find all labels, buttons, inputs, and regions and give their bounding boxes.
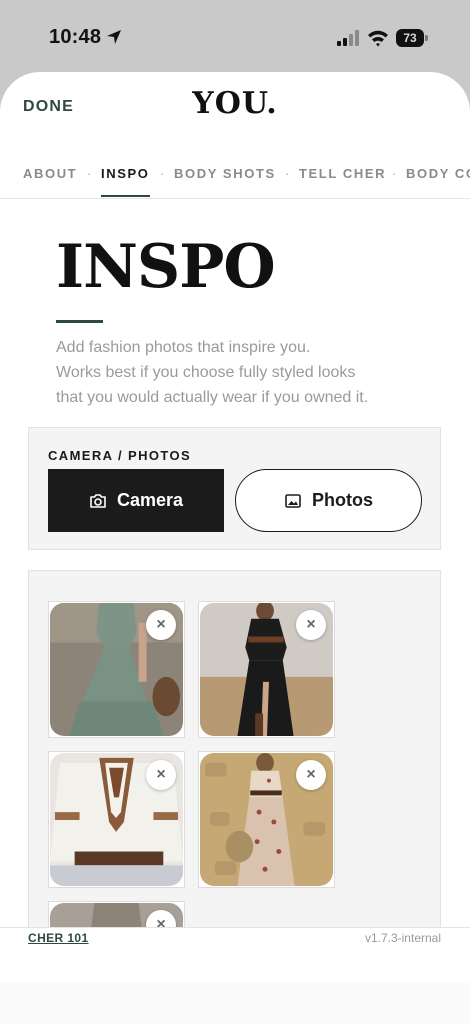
battery-icon: 73 [396, 29, 428, 47]
camera-icon [90, 493, 106, 508]
inspo-photo-grid: × × × × × [28, 570, 441, 1024]
tab-body-co[interactable]: BODY CO [406, 166, 470, 181]
app-logo: YOU. [192, 86, 278, 121]
photos-button-label: Photos [312, 490, 373, 510]
inspo-photo[interactable]: × [198, 601, 335, 738]
photos-button[interactable]: Photos [235, 469, 422, 532]
image-icon [285, 493, 301, 508]
footer-fade [0, 983, 470, 1024]
modal-sheet: DONE YOU. ABOUT · INSPO · BODY SHOTS · T… [0, 72, 470, 1024]
remove-photo-button[interactable]: × [296, 760, 326, 790]
cellular-signal-icon [337, 30, 359, 46]
battery-tip [425, 35, 428, 41]
tab-separator: · [392, 166, 397, 181]
inspo-photo[interactable]: × [48, 751, 185, 888]
camera-button[interactable]: Camera [48, 469, 224, 532]
inspo-photo[interactable]: × [198, 751, 335, 888]
tab-separator: · [87, 166, 92, 181]
status-time: 10:48 [49, 26, 102, 48]
intro-line: that you would actually wear if you owne… [56, 389, 369, 406]
status-bar: 10:48 73 [0, 0, 470, 72]
tab-inspo[interactable]: INSPO [101, 166, 149, 181]
tab-about[interactable]: ABOUT [23, 166, 77, 181]
remove-photo-button[interactable]: × [146, 610, 176, 640]
intro-text: Add fashion photos that inspire you. Wor… [56, 335, 426, 410]
intro-line: Works best if you choose fully styled lo… [56, 364, 356, 381]
location-arrow-icon [107, 30, 121, 44]
tab-separator: · [285, 166, 290, 181]
remove-photo-button[interactable]: × [146, 760, 176, 790]
inspo-photo[interactable]: × [48, 601, 185, 738]
tab-tell-cher[interactable]: TELL CHER [299, 166, 386, 181]
battery-level: 73 [396, 29, 424, 47]
camera-button-label: Camera [116, 490, 184, 510]
wifi-icon [368, 30, 388, 47]
remove-photo-button[interactable]: × [296, 610, 326, 640]
title-divider [56, 320, 103, 323]
section-tabs: ABOUT · INSPO · BODY SHOTS · TELL CHER ·… [0, 156, 470, 199]
tab-separator: · [160, 166, 165, 181]
camera-photos-card: CAMERA / PHOTOS Camera Photos [28, 427, 441, 550]
cher-101-link[interactable]: CHER 101 [28, 931, 89, 945]
tab-body-shots[interactable]: BODY SHOTS [174, 166, 276, 181]
active-tab-indicator [101, 195, 150, 197]
footer-bar: CHER 101 v1.7.3-internal [0, 927, 470, 1024]
intro-line: Add fashion photos that inspire you. [56, 339, 311, 356]
version-label: v1.7.3-internal [364, 931, 441, 945]
page-title: INSPO [56, 232, 276, 302]
camera-photos-label: CAMERA / PHOTOS [48, 448, 192, 463]
